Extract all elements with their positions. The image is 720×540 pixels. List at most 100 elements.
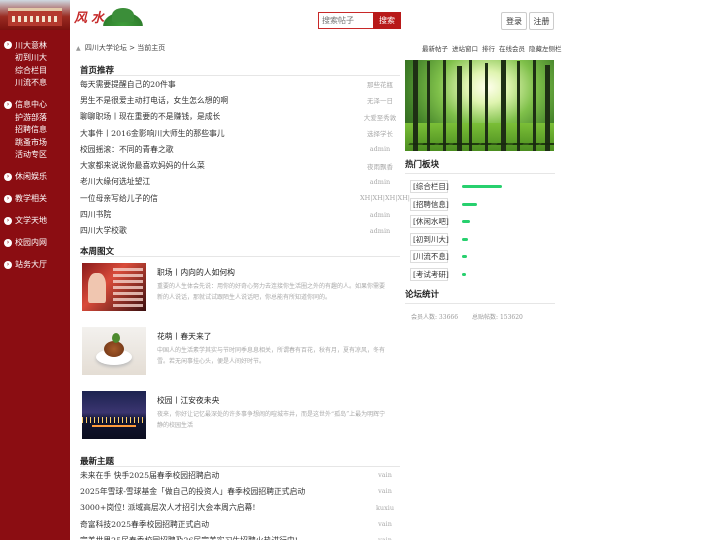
- picture-post: 校园丨江安夜未央 夜来，你好让记忆最深处的许多事争想闹的喧城市井，而是这世外“孤岛…: [80, 390, 400, 449]
- site-logo[interactable]: 风水: [74, 6, 150, 30]
- sidebar-section-header[interactable]: › 教学相关: [0, 192, 70, 206]
- thread-author[interactable]: vain: [370, 536, 400, 540]
- thread-author[interactable]: vain: [370, 520, 400, 528]
- post-thumbnail-image[interactable]: [82, 262, 146, 311]
- hot-board-activity-bar: [462, 272, 466, 276]
- sidebar-section-header[interactable]: › 文学天地: [0, 214, 70, 228]
- sidebar-section-header[interactable]: › 川大意林: [0, 38, 70, 52]
- thread-author[interactable]: 夜雨飘香: [360, 161, 400, 171]
- top-link[interactable]: 进站窗口: [452, 45, 478, 53]
- list-item: 未来在手 快手2025届春季校园招聘启动 vain: [80, 467, 400, 483]
- post-thumbnail-image[interactable]: [82, 326, 146, 375]
- top-link[interactable]: 排行: [482, 45, 495, 53]
- thread-title-link[interactable]: 2025年雪球-雪球基金「做自己的投资人」春季校园招聘正式启动: [80, 486, 305, 497]
- breadcrumb-site[interactable]: 四川大学论坛: [85, 44, 127, 52]
- top-link[interactable]: 在线会员: [499, 45, 525, 53]
- thread-title-link[interactable]: 未来在手 快手2025届春季校园招聘启动: [80, 470, 219, 481]
- thread-author[interactable]: 无泽一日: [360, 95, 400, 105]
- sidebar-item[interactable]: 跳蚤市场: [0, 137, 70, 150]
- hot-board-row: [综合栏目]: [405, 178, 555, 196]
- chevron-right-icon: ›: [4, 238, 12, 247]
- thread-author[interactable]: kuxiu: [370, 504, 400, 512]
- sidebar-item[interactable]: 招聘信息: [0, 124, 70, 137]
- picture-post-summary: 中国人的生活素学其实与节时同季息息相关，所谓春有百花，秋有月，夏有凉风，冬有雪。…: [157, 346, 386, 365]
- hot-boards-list: [综合栏目] [招聘信息] [休闲水吧] [初到川大] [川流不息] [考试考研]: [405, 178, 555, 283]
- sidebar-section: › 文学天地: [0, 214, 70, 228]
- list-item: 完美世界25届春季校园招聘及26届完美实习生招聘火热进行中! vain: [80, 532, 400, 540]
- sidebar-section-header[interactable]: › 信息中心: [0, 98, 70, 112]
- picture-post-title[interactable]: 职场丨内向的人如何构: [157, 267, 389, 278]
- thread-title-link[interactable]: 老川大缘何选址望江: [80, 176, 150, 187]
- thread-author[interactable]: vain: [370, 471, 400, 479]
- latest-heading: 最新主题: [80, 449, 400, 467]
- login-button[interactable]: 登录: [501, 12, 527, 30]
- thread-title-link[interactable]: 男生不是很爱主动打电话，女生怎么想的啊: [80, 95, 228, 106]
- list-item: 老川大缘何选址望江 admin: [80, 174, 400, 190]
- thread-title-link[interactable]: 每天需要提醒自己的20件事: [80, 79, 176, 90]
- picture-post-title[interactable]: 校园丨江安夜未央: [157, 395, 389, 406]
- thread-title-link[interactable]: 校园摇滚：不同的青春之歌: [80, 144, 174, 155]
- search-input[interactable]: [318, 12, 374, 29]
- picture-post-text: 花萌丨春天来了中国人的生活素学其实与节时同季息息相关，所谓春有百花，秋有月，夏有…: [157, 327, 389, 385]
- top-link[interactable]: 隐藏左侧栏: [529, 45, 562, 53]
- home-icon: ▲: [76, 45, 81, 52]
- picture-post-title[interactable]: 花萌丨春天来了: [157, 331, 389, 342]
- picture-post-text: 职场丨内向的人如何构 重要的人生体会先说：用你的好奇心努力去连接你生活圈之外的有趣…: [157, 263, 389, 321]
- latest-list: 未来在手 快手2025届春季校园招聘启动 vain 2025年雪球-雪球基金「做自己…: [80, 467, 400, 540]
- top-link[interactable]: 最新帖子: [422, 45, 448, 53]
- hot-board-row: [川流不息]: [405, 248, 555, 266]
- sidebar-section-header[interactable]: › 休闲娱乐: [0, 170, 70, 184]
- sidebar-section-header[interactable]: › 校园内网: [0, 236, 70, 250]
- sidebar-section-header[interactable]: › 站务大厅: [0, 258, 70, 272]
- search-button[interactable]: 搜索: [373, 12, 401, 29]
- thread-title-link[interactable]: 奇富科技2025春季校园招聘正式启动: [80, 519, 209, 530]
- hot-board-activity-bar: [462, 237, 468, 241]
- hot-board-tag[interactable]: [初到川大]: [410, 232, 449, 246]
- sidebar-item[interactable]: 综合栏目: [0, 65, 70, 78]
- list-item: 男生不是很爱主动打电话，女生怎么想的啊 无泽一日: [80, 92, 400, 108]
- thread-author[interactable]: 大爱至秀敦: [360, 112, 400, 122]
- hot-board-activity-bar: [462, 202, 477, 206]
- thread-author[interactable]: admin: [360, 227, 400, 235]
- thread-author[interactable]: admin: [360, 178, 400, 186]
- sidebar-item[interactable]: 护游部落: [0, 112, 70, 125]
- sidebar-section: › 休闲娱乐: [0, 170, 70, 184]
- thread-title-link[interactable]: 聊聊职场丨现在重要的不是赚钱，是成长: [80, 111, 220, 122]
- sidebar-section: › 站务大厅: [0, 258, 70, 272]
- sidebar-section: › 校园内网: [0, 236, 70, 250]
- thread-title-link[interactable]: 完美世界25届春季校园招聘及26届完美实习生招聘火热进行中!: [80, 535, 298, 540]
- hot-board-tag[interactable]: [招聘信息]: [410, 197, 449, 211]
- thread-author[interactable]: 那些花瓶: [360, 79, 400, 89]
- list-item: 四川书院 admin: [80, 206, 400, 222]
- thread-title-link[interactable]: 大家都来说说你最喜欢妈妈的什么菜: [80, 160, 205, 171]
- thread-author[interactable]: vain: [370, 487, 400, 495]
- sidebar-section: › 川大意林 初到川大 综合栏目 川流不息: [0, 38, 70, 90]
- thread-title-link[interactable]: 3000+岗位! 派域高层次人才招引大会本周六启幕!: [80, 502, 255, 513]
- list-item: 一位母亲写给儿子的信 XH|XH|XH|XH|: [80, 190, 410, 206]
- sidebar-section-title: 休闲娱乐: [15, 172, 47, 181]
- picture-post: 职场丨内向的人如何构 重要的人生体会先说：用你的好奇心努力去连接你生活圈之外的有趣…: [80, 262, 400, 321]
- breadcrumb-current: 当前主页: [137, 44, 166, 52]
- post-thumbnail-image[interactable]: [82, 390, 146, 439]
- list-item: 聊聊职场丨现在重要的不是赚钱，是成长 大爱至秀敦: [80, 109, 400, 125]
- picture-post-text: 校园丨江安夜未央 夜来，你好让记忆最深处的许多事争想闹的喧城市井，而是这世外“孤岛…: [157, 391, 389, 449]
- hot-board-tag[interactable]: [休闲水吧]: [410, 215, 449, 229]
- forum-stats: 会员人数: 33666 总贴帖数: 153620: [405, 312, 555, 321]
- thread-author[interactable]: admin: [360, 211, 400, 219]
- sidebar-item[interactable]: 川流不息: [0, 77, 70, 90]
- thread-author[interactable]: 选择学长: [360, 128, 400, 138]
- thread-title-link[interactable]: 大事件丨2016金影响川大师生的那些事儿: [80, 128, 225, 139]
- thread-author[interactable]: XH|XH|XH|XH|: [360, 194, 410, 202]
- sidebar-section-title: 教学相关: [15, 194, 47, 203]
- thread-title-link[interactable]: 四川大学校歌: [80, 225, 127, 236]
- thread-author[interactable]: admin: [360, 145, 400, 153]
- sidebar-item[interactable]: 初到川大: [0, 52, 70, 65]
- hot-board-tag[interactable]: [川流不息]: [410, 250, 449, 264]
- hot-board-tag[interactable]: [综合栏目]: [410, 180, 449, 194]
- hot-board-tag[interactable]: [考试考研]: [410, 267, 449, 281]
- sidebar-item[interactable]: 活动专区: [0, 149, 70, 162]
- list-item: 奇富科技2025春季校园招聘正式启动 vain: [80, 516, 400, 532]
- thread-title-link[interactable]: 四川书院: [80, 209, 111, 220]
- register-button[interactable]: 注册: [529, 12, 554, 30]
- thread-title-link[interactable]: 一位母亲写给儿子的信: [80, 193, 158, 204]
